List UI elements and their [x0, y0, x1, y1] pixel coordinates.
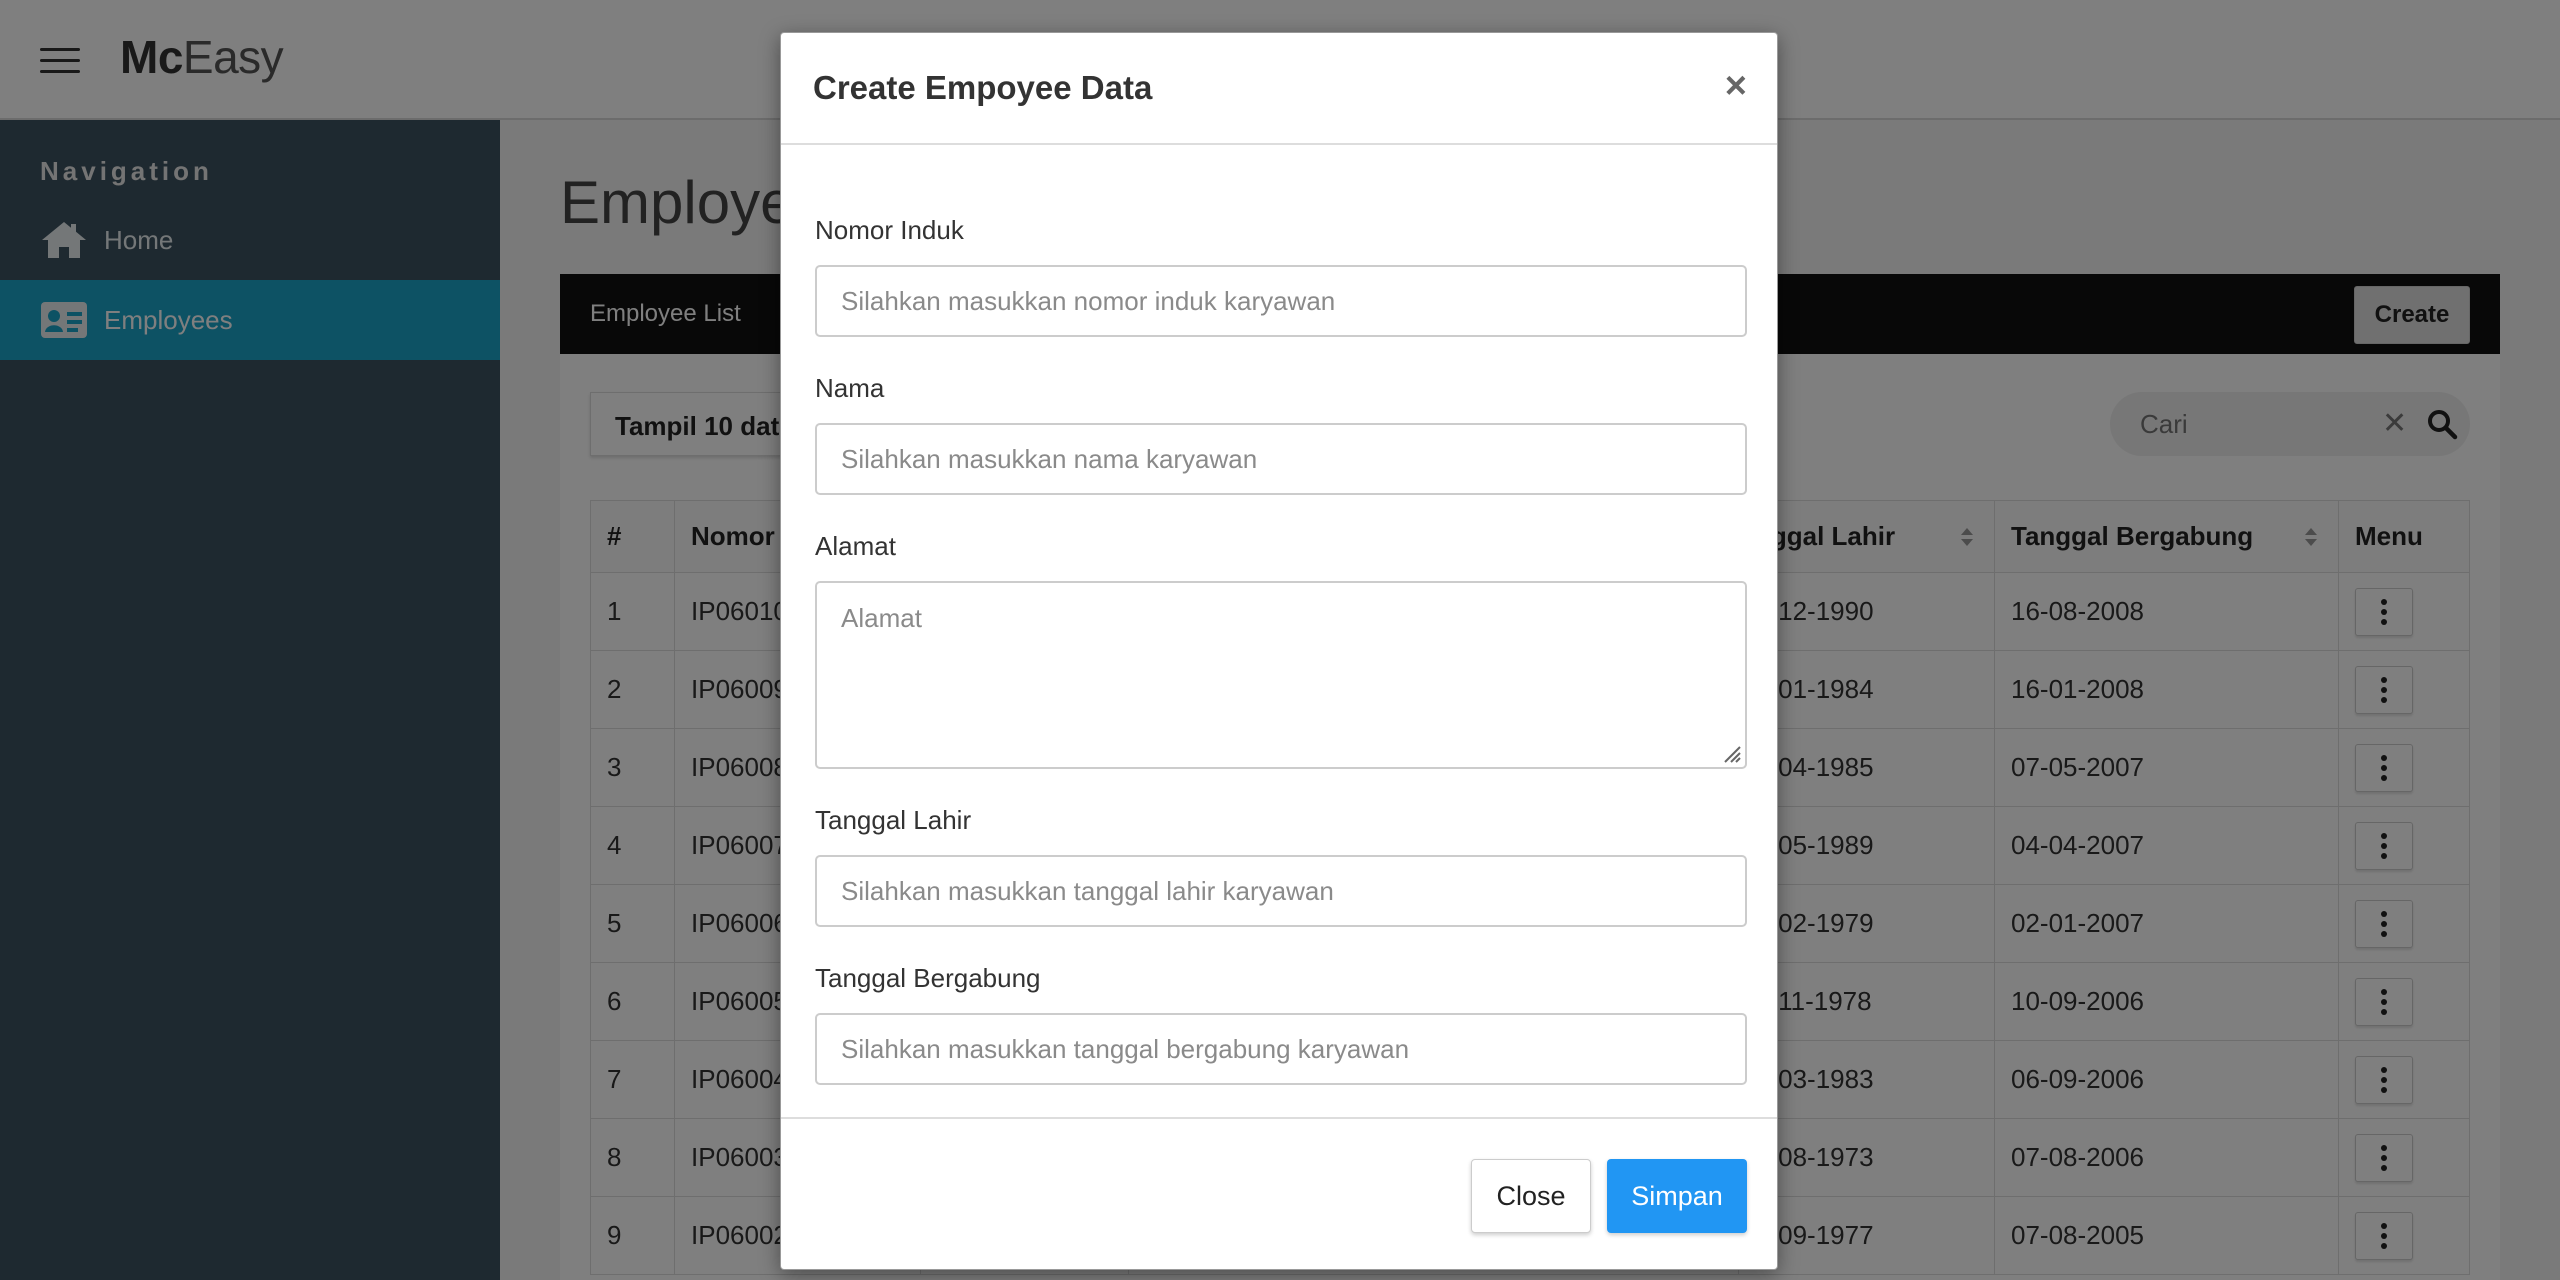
alamat-textarea[interactable] — [815, 581, 1747, 769]
close-button[interactable]: Close — [1471, 1159, 1591, 1233]
tanggal-lahir-label: Tanggal Lahir — [815, 805, 972, 835]
tanggal-lahir-input[interactable] — [815, 855, 1747, 927]
alamat-wrapper — [815, 581, 1747, 769]
modal-title: Create Empoyee Data — [813, 69, 1153, 106]
tanggal-bergabung-label: Tanggal Bergabung — [815, 963, 1041, 993]
nama-input[interactable] — [815, 423, 1747, 495]
nomor-induk-input[interactable] — [815, 265, 1747, 337]
nomor-induk-label: Nomor Induk — [815, 215, 964, 245]
tanggal-bergabung-input[interactable] — [815, 1013, 1747, 1085]
modal-footer: Close Simpan — [781, 1117, 1777, 1269]
modal-header: Create Empoyee Data × — [781, 33, 1777, 145]
resize-handle-icon[interactable] — [1721, 743, 1741, 763]
close-icon[interactable]: × — [1725, 67, 1747, 105]
nama-label: Nama — [815, 373, 885, 403]
alamat-label: Alamat — [815, 531, 896, 561]
create-employee-modal: Create Empoyee Data × Nomor Induk Nama A… — [780, 32, 1778, 1270]
save-button[interactable]: Simpan — [1607, 1159, 1747, 1233]
